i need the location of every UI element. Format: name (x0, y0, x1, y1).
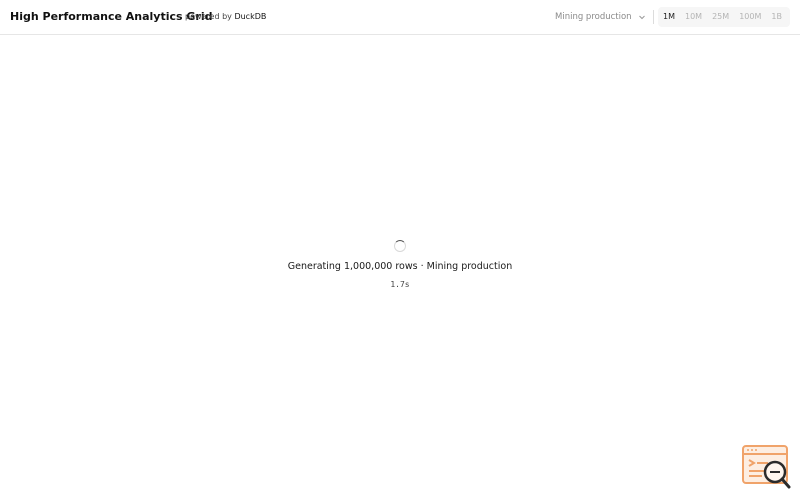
row-size-1b[interactable]: 1B (766, 9, 787, 25)
loading-panel: Generating 1,000,000 rows · Mining produ… (0, 240, 800, 289)
app-header: High Performance Analytics Grid powered … (0, 0, 800, 35)
dataset-select[interactable]: Mining production (549, 8, 647, 26)
powered-by: powered by DuckDB (185, 12, 266, 21)
powered-by-prefix: powered by (185, 12, 232, 21)
search-log-icon[interactable] (742, 444, 792, 490)
app-title: High Performance Analytics Grid (10, 10, 213, 23)
chevron-down-icon (638, 13, 646, 21)
row-size-1m[interactable]: 1M (658, 9, 680, 25)
dataset-select-value: Mining production (555, 12, 632, 22)
spinner-icon (394, 240, 406, 252)
powered-by-brand: DuckDB (234, 12, 267, 21)
row-size-10m[interactable]: 10M (680, 9, 707, 25)
loading-message: Generating 1,000,000 rows · Mining produ… (287, 261, 513, 272)
header-divider (653, 10, 654, 24)
row-size-100m[interactable]: 100M (734, 9, 766, 25)
row-size-25m[interactable]: 25M (707, 9, 734, 25)
row-size-selector: 1M 10M 25M 100M 1B (658, 7, 790, 27)
elapsed-time: 1.7s (390, 280, 410, 289)
